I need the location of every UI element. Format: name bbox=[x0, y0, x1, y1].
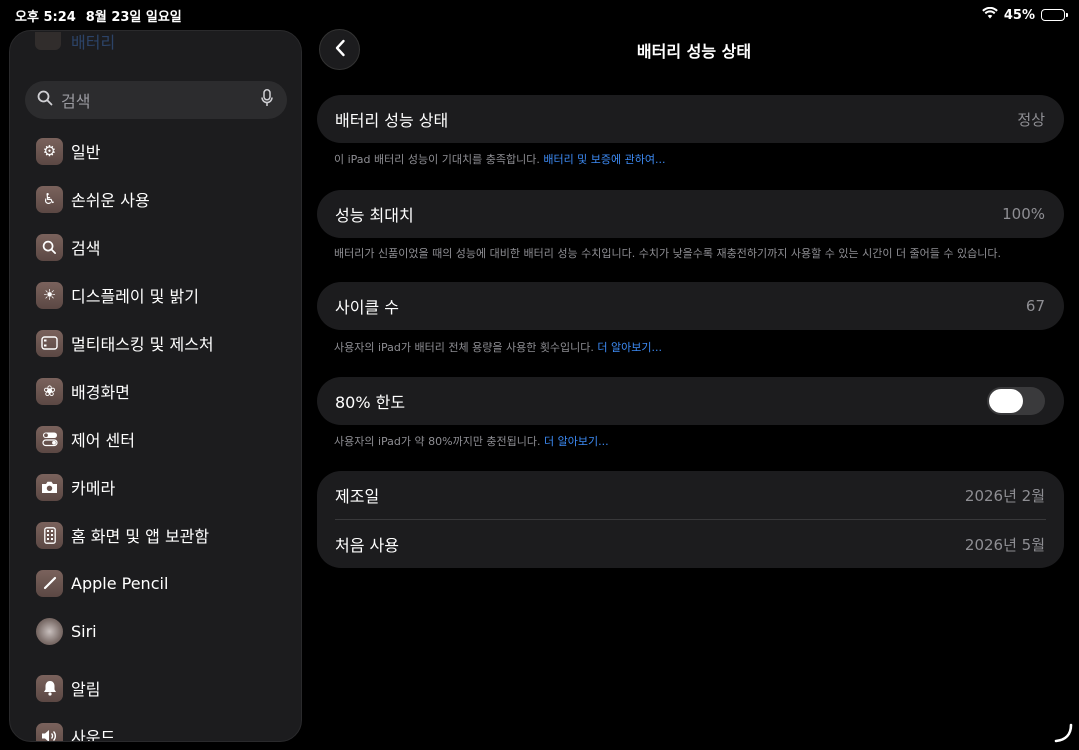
charge-limit-card: 80% 한도 bbox=[317, 377, 1064, 425]
status-date: 8월 23일 일요일 bbox=[85, 9, 182, 25]
sidebar-item-accessibility[interactable]: ♿ 손쉬운 사용 bbox=[10, 175, 301, 223]
charge-limit-toggle[interactable] bbox=[987, 387, 1045, 415]
search-icon bbox=[36, 233, 63, 261]
sidebar-item-multitasking[interactable]: 멀티태스킹 및 제스처 bbox=[10, 319, 301, 367]
page-title: 배터리 성능 상태 bbox=[636, 42, 752, 61]
sidebar-item-label: 손쉬운 사용 bbox=[71, 191, 150, 210]
row-label: 성능 최대치 bbox=[335, 206, 414, 225]
row-label: 제조일 bbox=[335, 487, 380, 506]
sidebar-item-display[interactable]: ☀ 디스플레이 및 밝기 bbox=[10, 271, 301, 319]
row-label: 처음 사용 bbox=[335, 536, 399, 555]
search-bar[interactable]: 검색 bbox=[25, 81, 287, 119]
chevron-left-icon bbox=[334, 39, 346, 61]
sidebar-item-control-center[interactable]: 제어 센터 bbox=[10, 415, 301, 463]
max-capacity-footnote: 배터리가 신품이었을 때의 성능에 대비한 배터리 성능 수치입니다. 수치가 … bbox=[334, 247, 1002, 260]
sidebar-item-wallpaper[interactable]: ❀ 배경화면 bbox=[10, 367, 301, 415]
max-capacity-row: 성능 최대치 100% bbox=[317, 190, 1064, 238]
sidebar-item-camera[interactable]: 카메라 bbox=[10, 463, 301, 511]
cycle-count-card: 사이클 수 67 bbox=[317, 282, 1064, 330]
search-input[interactable]: 검색 bbox=[61, 88, 253, 112]
sidebar-item-battery[interactable]: 배터리 bbox=[35, 31, 116, 52]
battery-health-row: 배터리 성능 상태 정상 bbox=[317, 95, 1064, 143]
camera-icon bbox=[36, 473, 63, 501]
battery-health-card: 배터리 성능 상태 정상 bbox=[317, 95, 1064, 143]
pencil-icon bbox=[36, 569, 63, 597]
battery-health-footnote: 이 iPad 배터리 성능이 기대치를 충족합니다. 배터리 및 보증에 관하여… bbox=[334, 153, 666, 166]
learn-more-link[interactable]: 더 알아보기... bbox=[597, 341, 662, 354]
sidebar-item-label: 제어 센터 bbox=[71, 431, 135, 450]
sidebar-item-label: 배터리 bbox=[71, 33, 116, 52]
sidebar-item-label: 알림 bbox=[71, 680, 101, 699]
row-value: 정상 bbox=[1017, 110, 1045, 129]
sidebar-item-label: 디스플레이 및 밝기 bbox=[71, 287, 199, 306]
multitasking-icon bbox=[36, 329, 63, 357]
row-value: 67 bbox=[1025, 297, 1045, 315]
microphone-icon[interactable] bbox=[261, 89, 273, 111]
battery-item-icon bbox=[35, 32, 61, 50]
sidebar-item-apple-pencil[interactable]: Apple Pencil bbox=[10, 559, 301, 607]
wifi-icon bbox=[982, 6, 998, 23]
sidebar-item-label: 일반 bbox=[71, 143, 101, 162]
sidebar-item-label: 검색 bbox=[71, 239, 101, 258]
toggles-icon bbox=[36, 425, 63, 453]
charge-limit-footnote: 사용자의 iPad가 약 80%까지만 충전됩니다. 더 알아보기... bbox=[334, 435, 609, 448]
sidebar-item-label: 배경화면 bbox=[71, 383, 130, 402]
sidebar-item-siri[interactable]: Siri bbox=[10, 607, 301, 655]
home-screen-icon bbox=[36, 521, 63, 549]
toggle-knob bbox=[989, 389, 1023, 413]
row-label: 배터리 성능 상태 bbox=[335, 111, 449, 130]
row-label: 80% 한도 bbox=[335, 393, 406, 412]
row-label: 사이클 수 bbox=[335, 298, 399, 317]
back-button[interactable] bbox=[319, 29, 360, 70]
flower-icon: ❀ bbox=[36, 377, 63, 405]
siri-icon bbox=[36, 617, 63, 645]
row-value: 2026년 2월 bbox=[964, 486, 1045, 505]
settings-menu: ⚙ 일반 ♿ 손쉬운 사용 검색 ☀ 디스플레이 및 밝기 멀티태스킹 및 제스… bbox=[10, 127, 301, 742]
accessibility-icon: ♿ bbox=[36, 185, 63, 213]
battery-icon bbox=[1041, 9, 1068, 21]
status-time: 오후 5:24 bbox=[15, 9, 76, 25]
battery-percent: 45% bbox=[1003, 7, 1035, 23]
sidebar: 배터리 검색 ⚙ 일반 ♿ 손쉬운 사용 검색 ☀ 디스플레이 및 밝기 멀티태… bbox=[9, 30, 302, 742]
max-capacity-card: 성능 최대치 100% bbox=[317, 190, 1064, 238]
charge-limit-row: 80% 한도 bbox=[317, 377, 1064, 425]
first-use-row: 처음 사용 2026년 5월 bbox=[317, 520, 1064, 568]
gear-icon: ⚙ bbox=[36, 137, 63, 165]
sidebar-item-label: 카메라 bbox=[71, 479, 116, 498]
sidebar-item-search[interactable]: 검색 bbox=[10, 223, 301, 271]
battery-warranty-link[interactable]: 배터리 및 보증에 관하여... bbox=[543, 153, 665, 166]
sun-icon: ☀ bbox=[36, 281, 63, 309]
sidebar-item-label: Siri bbox=[71, 621, 97, 641]
cycle-count-row: 사이클 수 67 bbox=[317, 282, 1064, 330]
learn-more-link[interactable]: 더 알아보기... bbox=[544, 435, 609, 448]
sidebar-item-notifications[interactable]: 알림 bbox=[10, 664, 301, 712]
sidebar-item-label: 사운드 bbox=[71, 728, 116, 742]
dates-card: 제조일 2026년 2월 처음 사용 2026년 5월 bbox=[317, 471, 1064, 568]
sidebar-item-label: Apple Pencil bbox=[71, 573, 169, 593]
corner-gesture-icon bbox=[1052, 722, 1074, 748]
sidebar-item-label: 멀티태스킹 및 제스처 bbox=[71, 335, 214, 354]
row-value: 2026년 5월 bbox=[964, 535, 1045, 554]
sidebar-item-label: 홈 화면 및 앱 보관함 bbox=[71, 527, 210, 546]
sidebar-item-general[interactable]: ⚙ 일반 bbox=[10, 127, 301, 175]
sidebar-item-sounds[interactable]: 사운드 bbox=[10, 712, 301, 742]
status-bar: 오후 5:24 8월 23일 일요일 45% bbox=[0, 0, 1079, 30]
row-value: 100% bbox=[1002, 205, 1045, 223]
cycle-count-footnote: 사용자의 iPad가 배터리 전체 용량을 사용한 횟수입니다. 더 알아보기.… bbox=[334, 341, 663, 354]
sidebar-item-home-screen[interactable]: 홈 화면 및 앱 보관함 bbox=[10, 511, 301, 559]
speaker-icon bbox=[36, 722, 63, 741]
manufacture-date-row: 제조일 2026년 2월 bbox=[317, 471, 1064, 519]
bell-icon bbox=[36, 674, 63, 702]
settings-screen: 오후 5:24 8월 23일 일요일 45% 배터리 검색 ⚙ 일반 ♿ 손쉬운… bbox=[0, 0, 1079, 750]
search-icon bbox=[37, 90, 53, 110]
